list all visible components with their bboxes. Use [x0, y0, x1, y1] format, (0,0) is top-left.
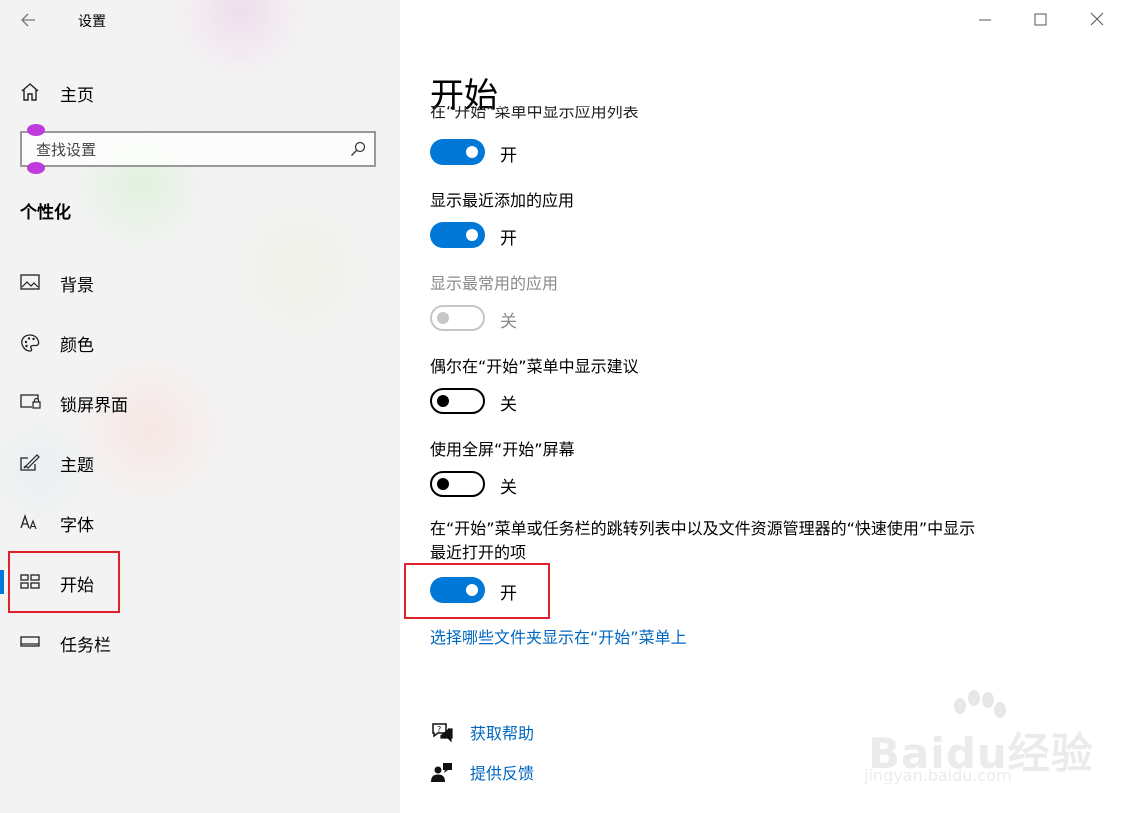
toggle-knob — [437, 478, 449, 490]
app-title: 设置 — [78, 14, 106, 30]
clipped-option-label: 在“开始”菜单中显示应用列表 — [430, 106, 830, 124]
toggle-show-app-list[interactable] — [430, 139, 485, 165]
option-label: 偶尔在“开始”菜单中显示建议 — [430, 357, 639, 376]
search-box[interactable] — [20, 131, 376, 167]
watermark: Baidu经验 jingyan.baidu.com — [860, 690, 1100, 790]
toggle-recently-added[interactable] — [430, 222, 485, 248]
maximize-icon — [1034, 13, 1047, 26]
section-title: 个性化 — [20, 203, 71, 223]
sidebar-item-colors[interactable]: 颜色 — [0, 322, 400, 362]
give-feedback-label: 提供反馈 — [470, 764, 535, 783]
sidebar-item-themes[interactable]: 主题 — [0, 442, 400, 482]
feedback-icon — [431, 763, 452, 782]
option-label: 使用全屏“开始”屏幕 — [430, 440, 575, 459]
option-label: 显示最近添加的应用 — [430, 191, 575, 210]
sidebar-item-background[interactable]: 背景 — [0, 262, 400, 302]
back-arrow-icon — [21, 13, 35, 27]
taskbar-icon — [20, 636, 40, 647]
toggle-state: 关 — [500, 478, 517, 498]
get-help-label: 获取帮助 — [470, 724, 535, 743]
toggle-state: 关 — [500, 312, 517, 332]
home-icon — [21, 83, 39, 101]
maximize-button[interactable] — [1027, 8, 1053, 30]
selection-indicator — [0, 570, 4, 594]
marker-dot-bottom — [27, 162, 45, 174]
sidebar-item-lock-screen[interactable]: 锁屏界面 — [0, 382, 400, 422]
watermark-url: jingyan.baidu.com — [864, 766, 1012, 785]
clipped-option-text: 在“开始”菜单中显示应用列表 — [430, 106, 639, 121]
toggle-state: 开 — [500, 229, 517, 249]
close-icon — [1090, 12, 1104, 26]
minimize-icon — [979, 19, 991, 21]
sidebar-item-taskbar[interactable]: 任务栏 — [0, 622, 400, 662]
sidebar-item-label: 字体 — [60, 516, 94, 536]
toggle-state: 开 — [500, 146, 517, 166]
nav-home[interactable]: 主页 — [0, 76, 400, 108]
image-icon — [20, 274, 40, 290]
toggle-most-used — [430, 305, 485, 331]
sidebar-item-label: 锁屏界面 — [60, 396, 128, 416]
palette-icon — [21, 334, 40, 352]
toggle-knob — [466, 229, 478, 241]
help-chat-icon: ? — [432, 723, 453, 743]
sidebar-item-fonts[interactable]: 字体 — [0, 502, 400, 542]
marker-dot-top — [27, 124, 45, 136]
lock-screen-icon — [20, 394, 41, 409]
sidebar-item-label: 任务栏 — [60, 636, 111, 656]
theme-icon — [20, 454, 40, 471]
highlight-box-toggle — [404, 563, 550, 619]
sidebar-item-label: 背景 — [60, 276, 94, 296]
highlight-box-sidebar — [8, 551, 120, 613]
option-label: 显示最常用的应用 — [430, 274, 559, 293]
sidebar: 设置 主页 个性化 背景 颜色 — [0, 0, 400, 813]
nav-home-label: 主页 — [60, 86, 94, 106]
search-input[interactable] — [34, 139, 338, 161]
font-icon — [20, 513, 37, 530]
toggle-suggestions[interactable] — [430, 388, 485, 414]
option-label-recent-items: 在“开始”菜单或任务栏的跳转列表中以及文件资源管理器的“快速使用”中显示最近打开… — [430, 519, 976, 562]
toggle-knob — [437, 395, 449, 407]
toggle-state: 关 — [500, 395, 517, 415]
choose-folders-link[interactable]: 选择哪些文件夹显示在“开始”菜单上 — [430, 624, 687, 648]
search-icon — [351, 141, 366, 156]
minimize-button[interactable] — [972, 8, 998, 30]
sidebar-item-label: 颜色 — [60, 336, 94, 356]
close-button[interactable] — [1084, 8, 1110, 30]
back-button[interactable] — [18, 9, 42, 31]
toggle-full-screen[interactable] — [430, 471, 485, 497]
toggle-knob — [437, 312, 449, 324]
svg-text:?: ? — [437, 725, 441, 734]
toggle-knob — [466, 146, 478, 158]
sidebar-item-label: 主题 — [60, 456, 94, 476]
